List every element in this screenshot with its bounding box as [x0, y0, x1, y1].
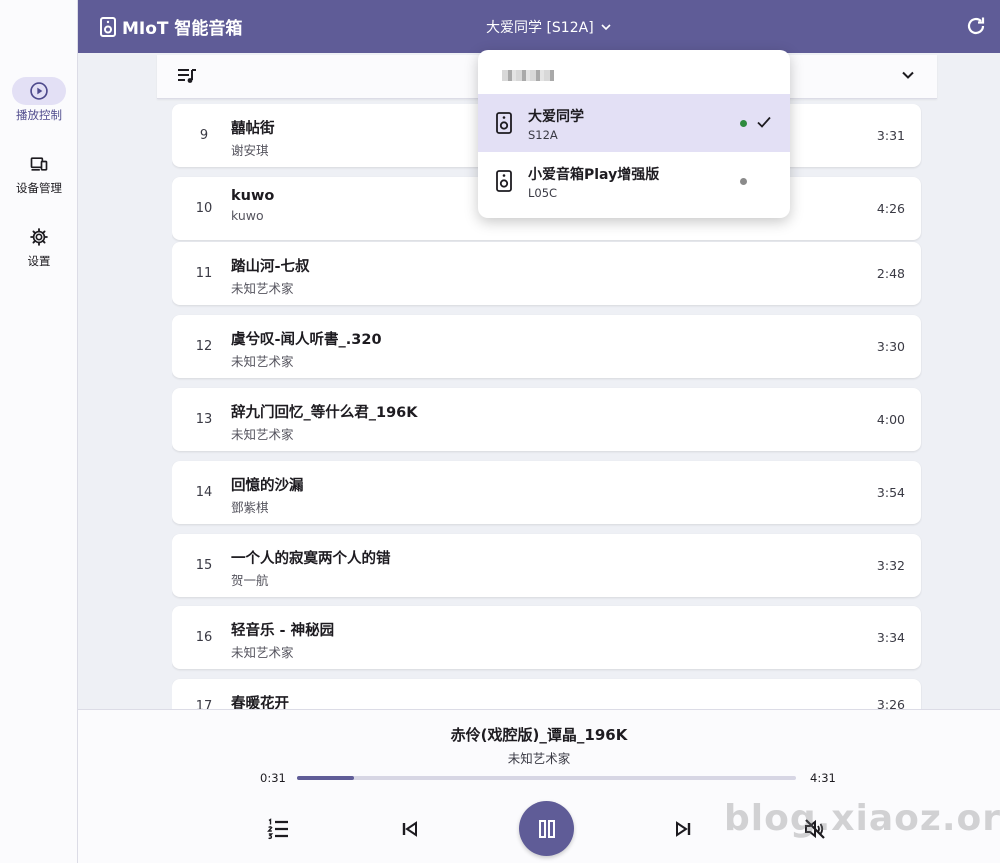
song-artist: kuwo — [231, 208, 264, 223]
play-pause-button[interactable] — [519, 801, 574, 856]
song-duration: 3:31 — [876, 128, 905, 143]
device-selector-label: 大爱同学 [S12A] — [486, 19, 594, 36]
song-title: 回憶的沙漏 — [231, 478, 304, 494]
song-title: 春暖花开 — [231, 696, 289, 709]
song-duration: 3:32 — [876, 558, 905, 573]
song-duration: 4:26 — [876, 201, 905, 216]
song-index: 15 — [195, 558, 213, 573]
song-index: 10 — [195, 201, 213, 216]
song-index: 13 — [195, 412, 213, 427]
skip-previous-icon — [402, 821, 417, 837]
playlist-button[interactable] — [263, 814, 293, 844]
song-artist: 鄧紫棋 — [231, 500, 269, 515]
app-bar: MIoT 智能音箱 大爱同学 [S12A] — [78, 0, 1000, 53]
chevron-down-icon — [601, 23, 611, 30]
check-icon — [757, 116, 771, 128]
song-index: 16 — [195, 630, 213, 645]
nav-pill — [12, 223, 66, 251]
play-circle-icon — [30, 82, 48, 100]
nav-label: 设置 — [27, 254, 51, 268]
nav-item-devices[interactable]: 设备管理 — [0, 150, 78, 196]
now-playing-artist: 未知艺术家 — [507, 751, 571, 766]
song-title: 囍帖街 — [231, 121, 275, 137]
devices-icon — [30, 157, 48, 171]
previous-button[interactable] — [395, 814, 425, 844]
chevron-down-icon[interactable] — [901, 68, 915, 82]
nav-rail: 播放控制 设备管理 设置 — [0, 0, 78, 863]
next-button[interactable] — [668, 814, 698, 844]
mute-button[interactable] — [800, 814, 830, 844]
app-title-text: MIoT 智能音箱 — [122, 19, 243, 39]
pause-icon — [538, 819, 555, 838]
nav-pill — [12, 150, 66, 178]
song-title: 踏山河-七叔 — [231, 259, 310, 275]
player-panel: 赤伶(戏腔版)_谭晶_196K 未知艺术家 0:31 4:31 — [78, 709, 1000, 863]
nav-pill — [12, 77, 66, 105]
app-title: MIoT 智能音箱 — [100, 0, 242, 53]
song-artist: 谢安琪 — [231, 143, 269, 158]
song-row[interactable]: 13 辞九门回忆_等什么君_196K 未知艺术家 4:00 — [172, 388, 921, 451]
song-artist: 未知艺术家 — [231, 427, 294, 442]
now-playing-title: 赤伶(戏腔版)_谭晶_196K — [450, 726, 628, 744]
numbered-list-icon — [267, 818, 288, 840]
song-artist: 未知艺术家 — [231, 281, 294, 296]
song-artist: 未知艺术家 — [231, 354, 294, 369]
song-title: 轻音乐 - 神秘园 — [231, 623, 335, 639]
nav-item-playback[interactable]: 播放控制 — [0, 77, 78, 123]
song-index: 11 — [195, 266, 213, 281]
song-title: 一个人的寂寞两个人的错 — [231, 551, 391, 567]
speaker-icon — [496, 170, 512, 192]
song-artist: 未知艺术家 — [231, 645, 294, 660]
online-status-dot — [740, 120, 747, 127]
offline-status-dot — [740, 178, 747, 185]
refresh-icon[interactable] — [964, 14, 988, 38]
progress-fill — [297, 776, 355, 780]
volume-off-icon — [805, 819, 825, 839]
progress-slider[interactable] — [297, 776, 796, 780]
skip-next-icon — [676, 821, 691, 837]
song-artist: 贺一航 — [231, 573, 269, 588]
device-option-model: S12A — [528, 128, 558, 142]
song-title: 虞兮叹-闻人听書_.320 — [231, 332, 382, 348]
song-duration: 4:00 — [876, 412, 905, 427]
nav-label: 播放控制 — [16, 108, 62, 122]
device-option-name: 小爱音箱Play增强版 — [528, 167, 660, 183]
nav-item-settings[interactable]: 设置 — [0, 223, 78, 269]
song-duration: 3:26 — [876, 697, 905, 709]
song-title: 辞九门回忆_等什么君_196K — [231, 405, 418, 421]
song-index: 9 — [199, 128, 209, 143]
song-index: 12 — [195, 339, 213, 354]
redacted-account — [502, 70, 554, 81]
song-row[interactable]: 11 踏山河-七叔 未知艺术家 2:48 — [172, 242, 921, 305]
device-option[interactable]: 大爱同学 S12A — [478, 94, 790, 152]
nav-label: 设备管理 — [16, 181, 62, 195]
gear-icon — [30, 228, 48, 246]
song-row[interactable]: 17 春暖花开 3:26 — [172, 679, 921, 709]
song-duration: 3:30 — [876, 339, 905, 354]
song-index: 14 — [195, 485, 213, 500]
song-title: kuwo — [231, 188, 275, 204]
queue-music-icon — [178, 69, 196, 83]
total-time: 4:31 — [810, 771, 836, 785]
device-selector[interactable]: 大爱同学 [S12A] — [486, 0, 612, 53]
device-option[interactable]: 小爱音箱Play增强版 L05C — [478, 152, 790, 210]
device-menu: 大爱同学 S12A 小爱音箱Play增强版 L05C — [478, 50, 790, 218]
elapsed-time: 0:31 — [260, 771, 286, 785]
song-index: 17 — [195, 699, 213, 709]
device-option-name: 大爱同学 — [528, 109, 584, 125]
speaker-icon — [496, 112, 512, 134]
song-duration: 2:48 — [876, 266, 905, 281]
speaker-icon — [100, 16, 116, 37]
song-row[interactable]: 12 虞兮叹-闻人听書_.320 未知艺术家 3:30 — [172, 315, 921, 378]
device-option-model: L05C — [528, 186, 558, 200]
song-row[interactable]: 15 一个人的寂寞两个人的错 贺一航 3:32 — [172, 534, 921, 597]
song-duration: 3:54 — [876, 485, 905, 500]
song-duration: 3:34 — [876, 630, 905, 645]
song-row[interactable]: 14 回憶的沙漏 鄧紫棋 3:54 — [172, 461, 921, 524]
song-row[interactable]: 16 轻音乐 - 神秘园 未知艺术家 3:34 — [172, 606, 921, 669]
